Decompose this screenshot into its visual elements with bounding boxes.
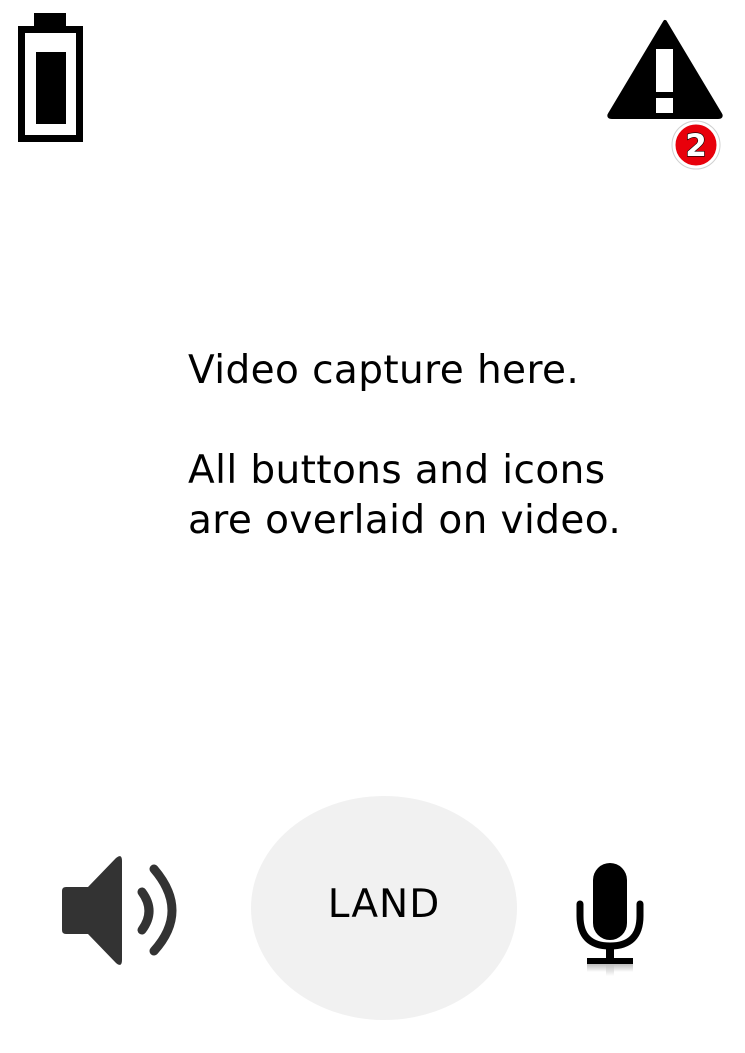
battery-icon (14, 10, 88, 144)
warning-count: 2 (685, 128, 707, 164)
warning-button[interactable]: 2 (604, 16, 726, 170)
microphone-button[interactable] (566, 858, 654, 982)
microphone-icon (576, 863, 644, 976)
video-placeholder-caption: Video capture here. All buttons and icon… (188, 346, 708, 546)
caption-line-3: are overlaid on video. (188, 498, 622, 543)
battery-level-fill (36, 52, 66, 124)
caption-line-1: Video capture here. (188, 348, 580, 393)
speaker-icon (62, 856, 177, 965)
caption-line-2: All buttons and icons (188, 448, 606, 493)
warning-icon: 2 (607, 20, 723, 170)
warning-count-badge: 2 (671, 120, 721, 170)
land-button[interactable]: LAND (251, 796, 517, 1020)
speaker-button[interactable] (58, 852, 190, 972)
land-button-label: LAND (327, 881, 441, 927)
